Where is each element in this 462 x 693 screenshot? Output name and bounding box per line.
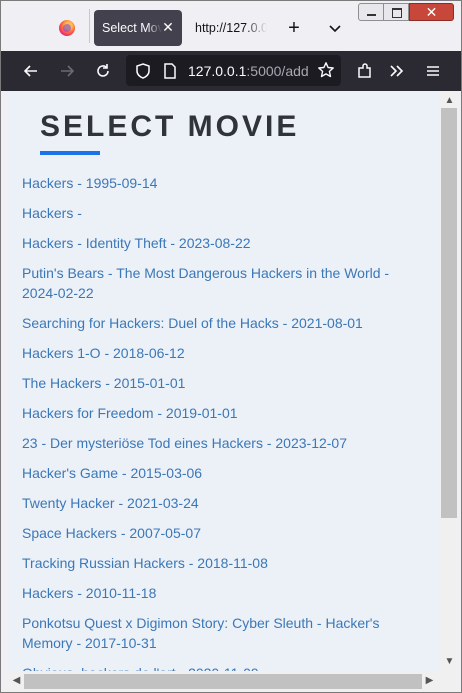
movie-link[interactable]: Hackers - 2010-11-18 [22,583,417,603]
forward-arrow-icon [57,61,77,81]
back-arrow-icon[interactable] [21,61,41,81]
tab-select-movie[interactable]: Select Movie ✕ [94,10,182,46]
browser-window: Select Movie ✕ http://127.0.0.1 + ✕ [0,0,462,693]
vertical-scroll-thumb[interactable] [441,108,457,518]
reload-icon[interactable] [93,61,113,81]
movie-link[interactable]: Hackers - 1995-09-14 [22,173,417,193]
url-path: :5000/add [246,63,309,79]
horizontal-scroll-thumb[interactable] [24,674,422,689]
minimize-button[interactable] [358,3,384,21]
url-host: 127.0.0.1 [188,63,247,79]
scroll-up-icon[interactable]: ▲ [444,95,455,106]
movie-link[interactable]: Twenty Hacker - 2021-03-24 [22,493,417,513]
movie-link[interactable]: Space Hackers - 2007-05-07 [22,523,417,543]
vertical-scrollbar[interactable]: ▲ ▼ [439,91,460,671]
movie-link[interactable]: Hackers - [22,203,417,223]
page-icon[interactable] [162,62,178,85]
movie-link[interactable]: Hackers for Freedom - 2019-01-01 [22,403,417,423]
tab-localhost[interactable]: http://127.0.0.1 [187,10,267,46]
tab-title: http://127.0.0.1 [195,21,267,35]
movie-link[interactable]: Obvious, hackers de l'art - 2020-11-09 [22,663,417,671]
hamburger-menu-icon[interactable] [423,61,443,81]
movie-link[interactable]: Ponkotsu Quest x Digimon Story: Cyber Sl… [22,613,417,653]
firefox-logo-icon [59,20,75,36]
window-close-button[interactable]: ✕ [409,3,454,21]
movie-link[interactable]: Putin's Bears - The Most Dangerous Hacke… [22,263,417,303]
scroll-down-icon[interactable]: ▼ [444,656,455,667]
close-tab-icon[interactable]: ✕ [160,19,176,35]
movie-link[interactable]: Searching for Hackers: Duel of the Hacks… [22,313,417,333]
movie-link[interactable]: The Hackers - 2015-01-01 [22,373,417,393]
tab-title: Select Movie [102,21,162,35]
page-title: SELECT MOVIE [40,110,300,143]
shield-icon[interactable] [134,62,152,85]
overflow-chevrons-icon[interactable] [387,61,407,81]
tab-strip: Select Movie ✕ http://127.0.0.1 + ✕ [1,1,461,51]
movie-link[interactable]: Hackers - Identity Theft - 2023-08-22 [22,233,417,253]
title-underline [40,151,100,155]
movie-list: Hackers - 1995-09-14 Hackers - Hackers - I… [22,173,417,671]
url-text[interactable]: 127.0.0.1:5000/add [188,63,310,79]
maximize-button[interactable] [383,3,409,21]
address-bar[interactable]: 127.0.0.1:5000/add [126,55,341,86]
movie-link[interactable]: Tracking Russian Hackers - 2018-11-08 [22,553,417,573]
navigation-toolbar: 127.0.0.1:5000/add [1,51,461,91]
star-bookmark-icon[interactable] [317,61,335,84]
tab-separator [89,9,90,43]
movie-link[interactable]: Hacker's Game - 2015-03-06 [22,463,417,483]
scroll-right-icon[interactable]: ▶ [424,675,435,687]
page-viewport: SELECT MOVIE Hackers - 1995-09-14 Hackers… [7,91,439,671]
chevron-down-icon[interactable] [325,18,345,38]
scrollbar-corner [439,671,460,692]
movie-link[interactable]: Hackers 1-O - 2018-06-12 [22,343,417,363]
extensions-icon[interactable] [355,61,375,81]
new-tab-button[interactable]: + [284,18,304,38]
horizontal-scrollbar[interactable]: ◀ ▶ [7,671,439,692]
scroll-left-icon[interactable]: ◀ [11,675,22,687]
movie-link[interactable]: 23 - Der mysteriöse Tod eines Hackers - … [22,433,417,453]
